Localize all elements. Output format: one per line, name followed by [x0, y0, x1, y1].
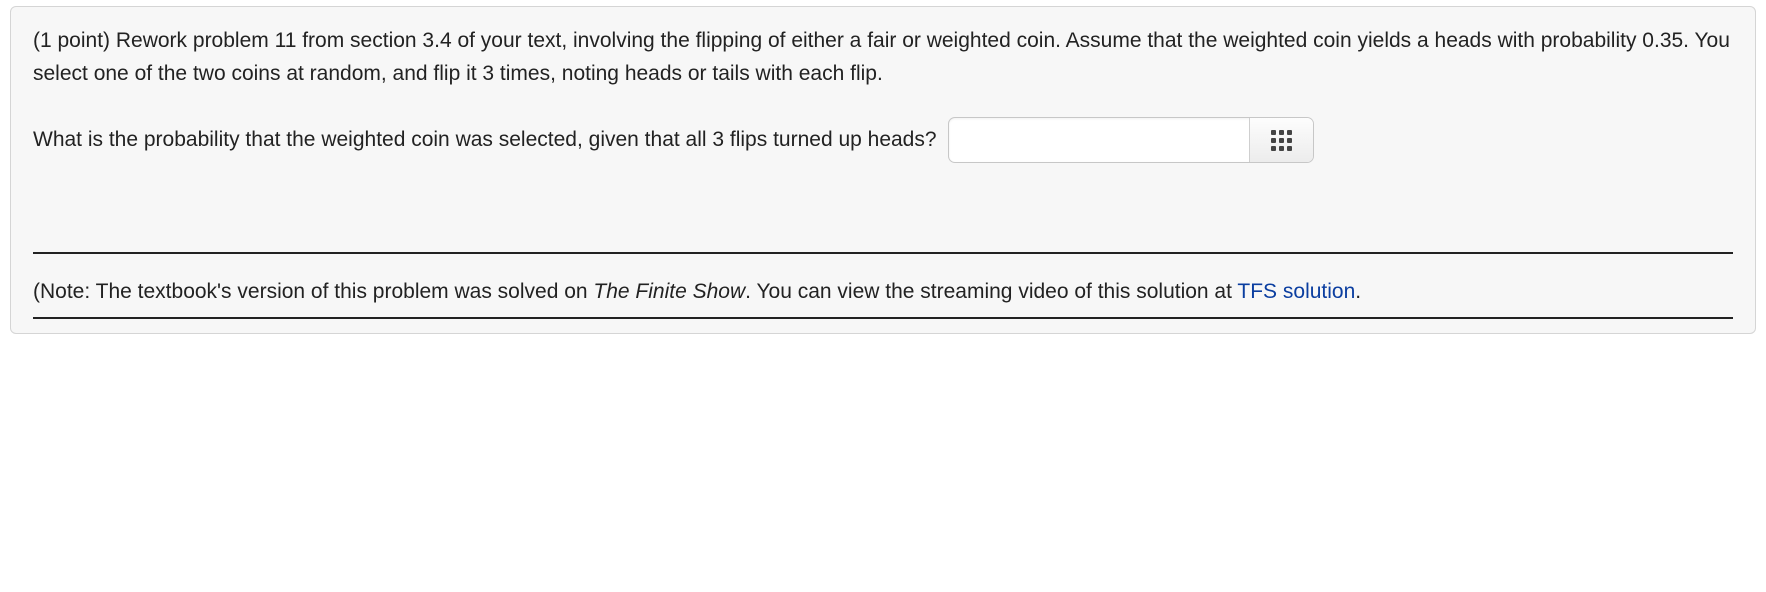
divider-top — [33, 252, 1733, 254]
problem-intro: (1 point) Rework problem 11 from section… — [33, 25, 1733, 90]
question-row: What is the probability that the weighte… — [33, 118, 1733, 162]
answer-input[interactable] — [949, 118, 1249, 162]
note-prefix: (Note: The textbook's version of this pr… — [33, 280, 593, 303]
problem-panel: (1 point) Rework problem 11 from section… — [10, 6, 1756, 334]
question-text: What is the probability that the weighte… — [33, 124, 937, 157]
tfs-solution-link[interactable]: TFS solution — [1237, 280, 1355, 303]
keypad-button[interactable] — [1249, 118, 1313, 162]
note-suffix: . — [1355, 280, 1361, 303]
divider-bottom — [33, 317, 1733, 319]
show-title: The Finite Show — [593, 280, 745, 303]
keypad-icon — [1271, 130, 1292, 151]
note-middle: . You can view the streaming video of th… — [745, 280, 1237, 303]
note-block: (Note: The textbook's version of this pr… — [33, 276, 1733, 309]
answer-group — [949, 118, 1313, 162]
